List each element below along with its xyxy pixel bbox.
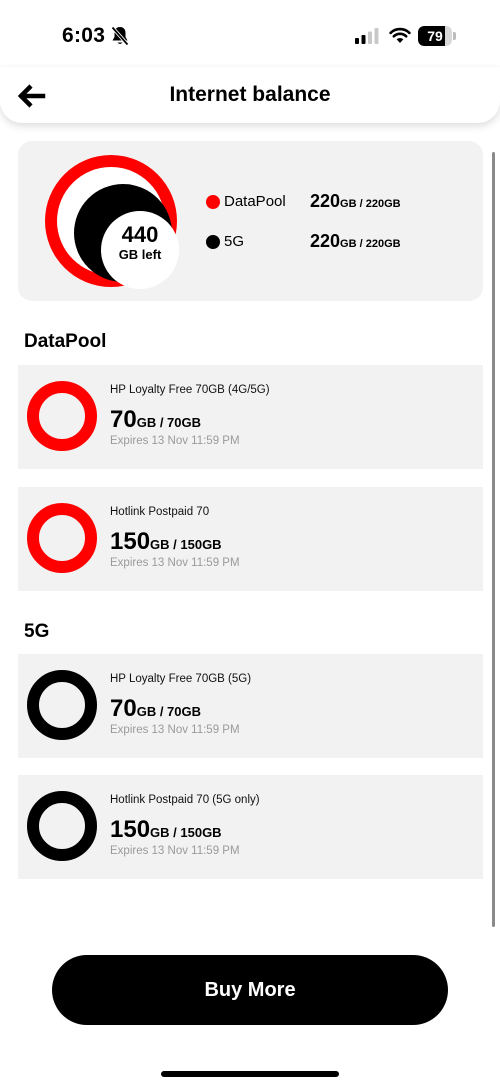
plan-usage-ring: [27, 503, 97, 573]
status-bar: 6:03 79: [0, 0, 500, 70]
plan-card[interactable]: HP Loyalty Free 70GB (4G/5G) 70GB / 70GB…: [18, 365, 483, 469]
section-title-datapool: DataPool: [24, 331, 107, 352]
legend-datapool: DataPool 220GB / 220GB: [206, 191, 476, 213]
plan-amount: 70: [110, 406, 137, 433]
total-balance-ring: 440 GB left: [45, 155, 179, 289]
plan-amount: 70: [110, 695, 137, 722]
total-balance-label: GB left: [118, 247, 162, 262]
plan-usage: 70GB / 70GB: [110, 406, 201, 434]
plan-name: HP Loyalty Free 70GB (5G): [110, 673, 252, 685]
legend-total: GB / 220GB: [340, 238, 401, 250]
plan-card[interactable]: Hotlink Postpaid 70 150GB / 150GB Expire…: [18, 487, 483, 591]
scrollbar[interactable]: [492, 152, 495, 927]
plan-name: Hotlink Postpaid 70 (5G only): [110, 794, 260, 806]
plan-usage: 70GB / 70GB: [110, 695, 201, 723]
plan-usage-ring: [27, 381, 97, 451]
legend-amount: 220: [310, 231, 341, 251]
plan-amount: 150: [110, 528, 151, 555]
plan-name: Hotlink Postpaid 70: [110, 506, 210, 518]
plan-expiry: Expires 13 Nov 11:59 PM: [110, 845, 240, 857]
total-balance-value: 440: [121, 222, 159, 247]
status-time: 6:03: [62, 24, 106, 47]
battery-percent: 79: [427, 28, 443, 44]
plan-usage-ring: [27, 670, 97, 740]
plan-name: HP Loyalty Free 70GB (4G/5G): [110, 384, 270, 396]
plan-usage: 150GB / 150GB: [110, 528, 222, 556]
plan-expiry: Expires 13 Nov 11:59 PM: [110, 435, 240, 447]
battery-indicator: 79: [418, 26, 456, 46]
legend-amount: 220: [310, 191, 341, 211]
plan-total: GB / 150GB: [150, 825, 222, 840]
legend-total: GB / 220GB: [340, 198, 401, 210]
plan-card[interactable]: Hotlink Postpaid 70 (5G only) 150GB / 15…: [18, 775, 483, 879]
plan-usage: 150GB / 150GB: [110, 816, 222, 844]
legend-name: DataPool: [224, 193, 286, 210]
buy-more-button[interactable]: Buy More: [52, 955, 448, 1025]
plan-expiry: Expires 13 Nov 11:59 PM: [110, 724, 240, 736]
home-indicator[interactable]: [161, 1071, 339, 1077]
plan-total: GB / 70GB: [136, 704, 201, 719]
plan-card[interactable]: HP Loyalty Free 70GB (5G) 70GB / 70GB Ex…: [18, 654, 483, 758]
header: Internet balance: [0, 67, 500, 123]
legend-name: 5G: [224, 233, 245, 250]
bell-muted-icon: [111, 26, 129, 46]
page-title: Internet balance: [169, 83, 331, 106]
plan-usage-ring: [27, 791, 97, 861]
legend-dot-icon: [206, 235, 220, 249]
cellular-signal-icon: [355, 28, 379, 44]
plan-amount: 150: [110, 816, 151, 843]
balance-summary-card: 440 GB left DataPool 220GB / 220GB 5G 22…: [18, 141, 483, 301]
legend-dot-icon: [206, 195, 220, 209]
plan-expiry: Expires 13 Nov 11:59 PM: [110, 557, 240, 569]
legend-5g: 5G 220GB / 220GB: [206, 231, 476, 253]
wifi-icon: [389, 27, 411, 43]
plan-total: GB / 70GB: [136, 415, 201, 430]
plan-total: GB / 150GB: [150, 537, 222, 552]
section-title-5g: 5G: [24, 621, 50, 642]
